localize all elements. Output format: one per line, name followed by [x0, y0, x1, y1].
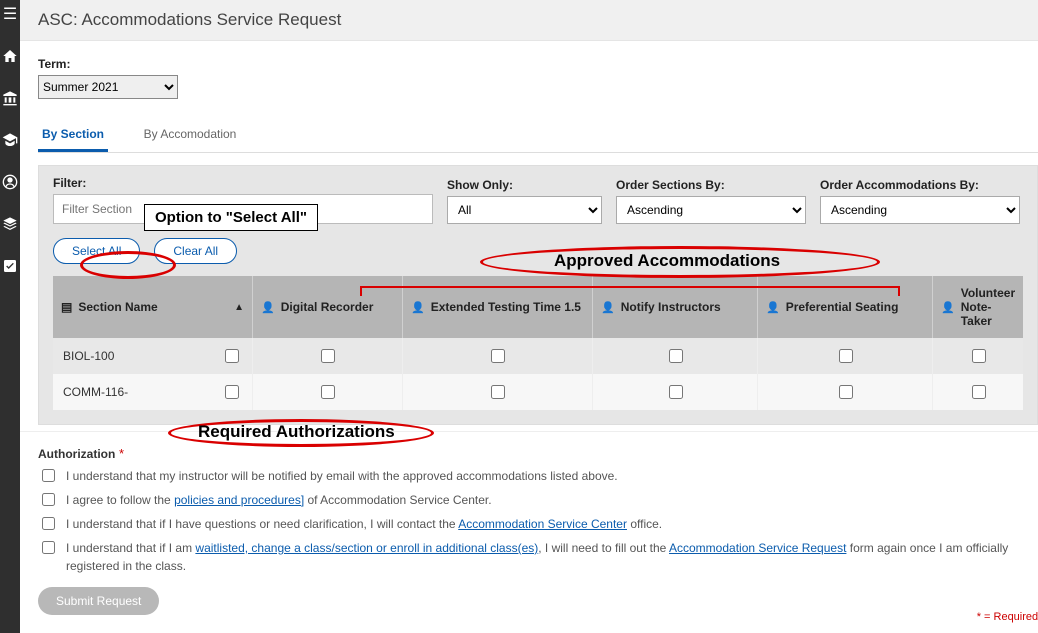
col-volunteer-notetaker: 👤Volunteer Note-Taker: [933, 276, 1023, 338]
tabs: By Section By Accomodation: [38, 119, 1038, 153]
col-section-name[interactable]: ▤ Section Name ▲: [53, 276, 253, 338]
clear-all-button[interactable]: Clear All: [154, 238, 237, 264]
show-only-select[interactable]: All: [447, 196, 602, 224]
person-icon: 👤: [601, 301, 615, 314]
filter-input[interactable]: [53, 194, 433, 224]
waitlist-link[interactable]: waitlisted, change a class/section or en…: [195, 541, 538, 555]
show-only-label: Show Only:: [447, 178, 602, 192]
auth-item: I understand that if I have questions or…: [38, 515, 1038, 533]
row-select-checkbox[interactable]: [225, 385, 239, 399]
cell-checkbox[interactable]: [972, 385, 986, 399]
policies-link[interactable]: policies and procedures]: [174, 493, 304, 507]
auth-checkbox[interactable]: [42, 493, 55, 506]
tab-by-section[interactable]: By Section: [38, 119, 108, 152]
col-notify-instructors: 👤Notify Instructors: [593, 276, 758, 338]
section-name: COMM-116-: [63, 385, 221, 399]
person-icon: 👤: [261, 301, 275, 314]
user-circle-icon[interactable]: [0, 172, 20, 192]
cell-checkbox[interactable]: [669, 385, 683, 399]
auth-item: I understand that if I am waitlisted, ch…: [38, 539, 1038, 575]
menu-icon[interactable]: ☰: [0, 4, 20, 24]
person-icon: 👤: [411, 301, 425, 314]
col-preferential-seating: 👤Preferential Seating: [758, 276, 933, 338]
select-all-button[interactable]: Select All: [53, 238, 140, 264]
cell-checkbox[interactable]: [321, 349, 335, 363]
authorization-section: Authorization * I understand that my ins…: [20, 431, 1038, 633]
cell-checkbox[interactable]: [972, 349, 986, 363]
tab-by-accommodation[interactable]: By Accomodation: [140, 119, 241, 149]
cell-checkbox[interactable]: [491, 349, 505, 363]
cell-checkbox[interactable]: [491, 385, 505, 399]
term-label: Term:: [38, 57, 1038, 71]
cell-checkbox[interactable]: [669, 349, 683, 363]
authorization-title: Authorization: [38, 447, 115, 461]
row-select-checkbox[interactable]: [225, 349, 239, 363]
cell-checkbox[interactable]: [321, 385, 335, 399]
required-note: * = Required: [38, 611, 1038, 623]
auth-checkbox[interactable]: [42, 517, 55, 530]
submit-button[interactable]: Submit Request: [38, 587, 159, 615]
section-name: BIOL-100: [63, 349, 221, 363]
table-header: ▤ Section Name ▲ 👤Digital Recorder 👤Exte…: [53, 276, 1023, 338]
asc-link[interactable]: Accommodation Service Center: [458, 517, 627, 531]
sidebar: ☰: [0, 0, 20, 633]
term-select[interactable]: Summer 2021: [38, 75, 178, 99]
table-row: BIOL-100: [53, 338, 1023, 374]
service-request-link[interactable]: Accommodation Service Request: [669, 541, 846, 555]
auth-item: I understand that my instructor will be …: [38, 467, 1038, 485]
order-accom-select[interactable]: Ascending: [820, 196, 1020, 224]
col-digital-recorder: 👤Digital Recorder: [253, 276, 403, 338]
institution-icon[interactable]: [0, 88, 20, 108]
auth-checkbox[interactable]: [42, 541, 55, 554]
home-icon[interactable]: [0, 46, 20, 66]
list-icon: ▤: [61, 300, 72, 314]
main-content: ASC: Accommodations Service Request Term…: [20, 0, 1038, 633]
filter-label: Filter:: [53, 176, 433, 190]
graduation-icon[interactable]: [0, 130, 20, 150]
cell-checkbox[interactable]: [839, 349, 853, 363]
page-title: ASC: Accommodations Service Request: [20, 0, 1038, 41]
person-icon: 👤: [941, 301, 955, 314]
required-star-icon: *: [119, 446, 124, 461]
cell-checkbox[interactable]: [839, 385, 853, 399]
person-icon: 👤: [766, 301, 780, 314]
order-sections-select[interactable]: Ascending: [616, 196, 806, 224]
layers-icon[interactable]: [0, 214, 20, 234]
table-row: COMM-116-: [53, 374, 1023, 410]
order-accom-label: Order Accommodations By:: [820, 178, 1020, 192]
filter-panel: Filter: Show Only: All Order Sections By…: [38, 165, 1038, 425]
order-sections-label: Order Sections By:: [616, 178, 806, 192]
col-extended-testing: 👤Extended Testing Time 1.5: [403, 276, 593, 338]
auth-checkbox[interactable]: [42, 469, 55, 482]
check-icon[interactable]: [0, 256, 20, 276]
sort-arrow-icon: ▲: [234, 302, 244, 313]
auth-item: I agree to follow the policies and proce…: [38, 491, 1038, 509]
